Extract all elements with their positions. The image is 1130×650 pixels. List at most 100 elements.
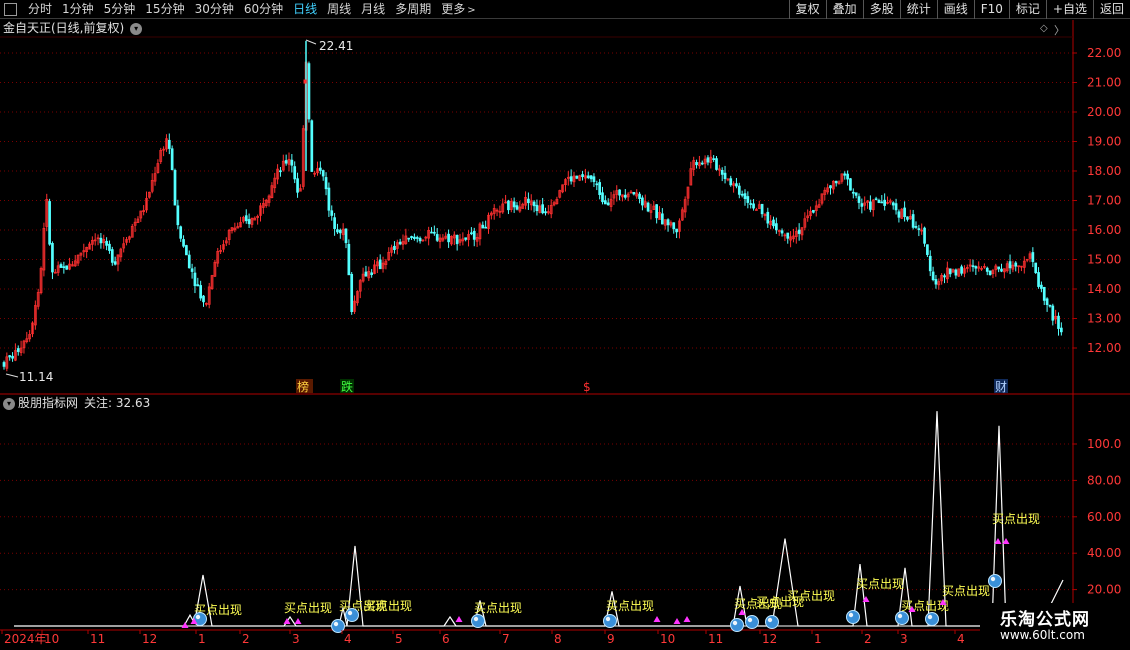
event-marker-finance[interactable]: 财	[995, 380, 1007, 394]
candle-body	[99, 237, 103, 244]
indicator-tick-label: 60.00	[1087, 510, 1121, 524]
candle-body	[330, 210, 334, 216]
candle-body	[170, 148, 174, 171]
candle-body	[347, 243, 351, 276]
dot-highlight	[848, 612, 854, 618]
indicator-tick-label: 20.00	[1087, 583, 1121, 597]
time-tick-label: 7	[502, 632, 510, 646]
time-tick-label: 12	[142, 632, 157, 646]
candle-body	[303, 79, 307, 84]
signal-triangle-marker	[673, 618, 681, 624]
indicator-tick-label: 40.00	[1087, 546, 1121, 560]
dot-highlight	[333, 621, 339, 627]
candle-body	[695, 162, 698, 166]
event-marker-drop[interactable]: 跌	[341, 379, 353, 394]
candle-body	[740, 193, 744, 196]
buy-signal-dot[interactable]	[745, 615, 759, 629]
candle-body	[715, 158, 718, 170]
buy-signal-label: 买点出现	[474, 601, 522, 615]
time-tick-label: 4	[344, 632, 352, 646]
candle-body	[51, 243, 54, 273]
chart-canvas[interactable]: 22.00 21.00 20.00 19.00 18.00 17.00 16.00 15.00…	[0, 0, 1130, 650]
candle-body	[532, 201, 536, 207]
candle-body	[378, 259, 382, 270]
candle-body	[535, 204, 539, 212]
candle-body	[65, 265, 69, 270]
price-tick-label: 20.00	[1087, 105, 1121, 119]
price-tick-label: 17.00	[1087, 194, 1121, 208]
buy-signal-dot[interactable]	[730, 618, 744, 632]
candle-body	[700, 162, 704, 165]
candle-body	[846, 173, 849, 180]
candle-body	[472, 230, 476, 240]
time-tick-label: 1	[198, 632, 206, 646]
candle-body	[435, 234, 439, 241]
candle-body	[706, 157, 710, 163]
candle-body	[247, 219, 251, 225]
buy-signal-dot[interactable]	[765, 615, 779, 629]
event-marker-rank[interactable]: 榜	[297, 379, 309, 394]
candle-body	[632, 191, 636, 195]
candle-body	[928, 255, 932, 272]
candle-body	[735, 183, 738, 187]
candle-body	[370, 272, 373, 276]
candle-body	[786, 232, 790, 239]
candle-body	[646, 202, 650, 212]
price-tick-label: 22.00	[1087, 46, 1121, 60]
candle-body	[589, 175, 593, 180]
buy-signal-label: 买点出现	[284, 601, 332, 615]
buy-signal-dot[interactable]	[988, 574, 1002, 588]
candle-body	[1008, 261, 1012, 269]
buy-signal-dot[interactable]	[603, 614, 617, 628]
candle-body	[943, 275, 946, 278]
candle-body	[544, 211, 547, 214]
signal-triangle-marker	[683, 616, 691, 622]
candle-body	[398, 241, 402, 245]
candle-body	[59, 264, 63, 268]
buy-signal-dot[interactable]	[846, 610, 860, 624]
dot-highlight	[897, 613, 903, 619]
candle-body	[199, 285, 202, 299]
dot-highlight	[767, 617, 773, 623]
candle-body	[290, 159, 294, 166]
buy-signal-label: 买点出现	[942, 584, 990, 598]
time-tick-label: 11	[90, 632, 105, 646]
candle-body	[393, 245, 396, 251]
buy-signal-dot[interactable]	[345, 608, 359, 622]
candle-body	[182, 239, 185, 247]
candle-body	[729, 178, 733, 186]
candle-body	[874, 198, 878, 201]
candle-body	[296, 178, 299, 193]
candle-body	[187, 254, 191, 269]
candle-body	[105, 240, 108, 246]
candle-body	[985, 267, 989, 272]
candle-body	[11, 355, 14, 359]
buy-signal-dot[interactable]	[895, 611, 909, 625]
candle-body	[931, 271, 935, 281]
buy-signal-dot[interactable]	[925, 612, 939, 626]
candle-body	[413, 236, 416, 239]
time-tick-label: 6	[442, 632, 450, 646]
buy-signal-dot[interactable]	[331, 619, 345, 633]
stock-chart-window: { "toolbar": { "periods": ["分时", "1分钟", …	[0, 0, 1130, 650]
high-pointer	[305, 39, 317, 45]
candle-body	[641, 197, 644, 206]
time-tick-label: 12	[762, 632, 777, 646]
candle-body	[364, 271, 368, 277]
buy-signal-label: 买点出现	[787, 589, 835, 603]
candle-body	[410, 236, 413, 238]
candle-body	[470, 232, 473, 235]
buy-signal-dot[interactable]	[471, 614, 485, 628]
candle-body	[857, 196, 861, 203]
time-tick-label: 10	[660, 632, 675, 646]
candle-body	[336, 229, 339, 233]
event-marker-dividend[interactable]: $	[583, 380, 591, 394]
time-tick-label: 8	[554, 632, 562, 646]
candle-body	[743, 193, 747, 200]
signal-triangle-marker	[283, 618, 291, 624]
candle-body	[623, 194, 627, 198]
candle-body	[829, 185, 832, 189]
price-tick-label: 21.00	[1087, 76, 1121, 90]
candle-body	[108, 243, 111, 251]
time-tick-label: 3	[900, 632, 908, 646]
